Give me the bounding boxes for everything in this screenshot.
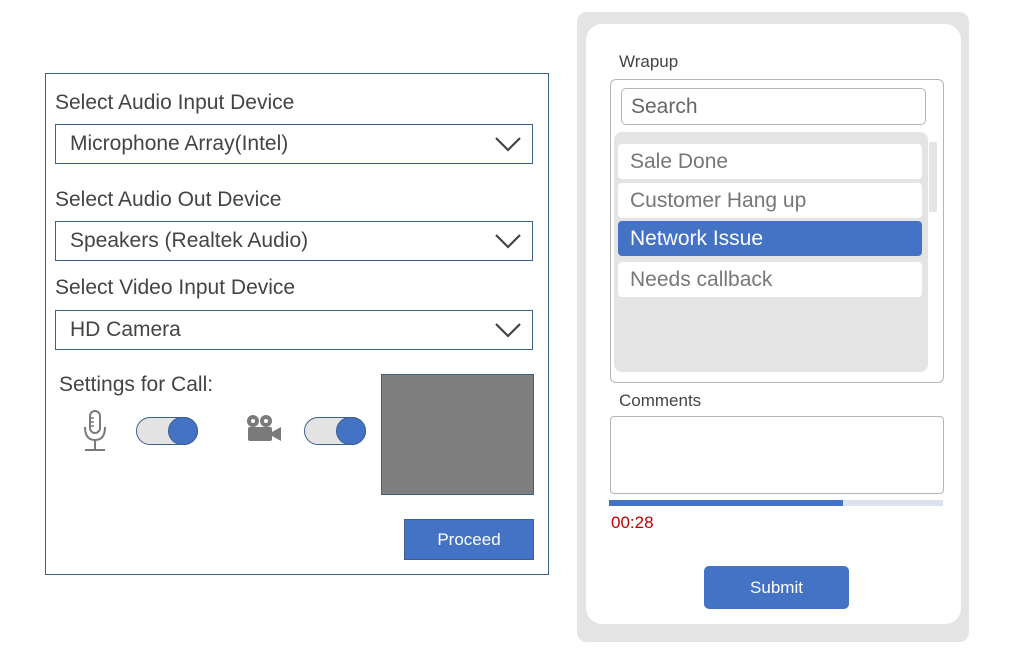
list-item-network-issue[interactable]: Network Issue	[618, 221, 922, 256]
wrapup-list: Sale Done Customer Hang up Network Issue…	[614, 132, 928, 372]
video-input-label: Select Video Input Device	[55, 276, 296, 299]
wrapup-list-frame: Sale Done Customer Hang up Network Issue…	[610, 79, 944, 383]
mic-toggle[interactable]	[136, 417, 198, 445]
audio-output-label: Select Audio Out Device	[55, 188, 282, 211]
timer-progress-bar	[609, 500, 943, 506]
search-input[interactable]	[621, 88, 926, 125]
chevron-down-icon	[495, 323, 521, 338]
comments-label: Comments	[619, 391, 702, 410]
submit-button[interactable]: Submit	[704, 566, 849, 609]
chevron-down-icon	[495, 234, 521, 249]
mic-toggle-knob	[168, 417, 198, 445]
camera-toggle-knob	[336, 417, 366, 445]
call-settings-label: Settings for Call:	[59, 373, 214, 396]
chevron-down-icon	[495, 137, 521, 152]
timer-text: 00:28	[611, 513, 654, 532]
audio-input-value: Microphone Array(Intel)	[70, 132, 289, 155]
proceed-button[interactable]: Proceed	[404, 519, 534, 560]
wrapup-panel: Wrapup Sale Done Customer Hang up Networ…	[577, 12, 969, 642]
list-item-needs-callback[interactable]: Needs callback	[618, 262, 922, 297]
list-item-sale-done[interactable]: Sale Done	[618, 144, 922, 179]
audio-output-select[interactable]: Speakers (Realtek Audio)	[55, 221, 533, 261]
list-scrollbar[interactable]	[929, 142, 937, 212]
timer-progress-fill	[609, 500, 843, 506]
wrapup-title: Wrapup	[619, 52, 679, 71]
comments-field[interactable]	[610, 416, 944, 494]
microphone-icon	[84, 410, 106, 451]
device-settings-panel: Select Audio Input Device Microphone Arr…	[45, 73, 549, 575]
video-camera-icon	[247, 415, 281, 441]
camera-toggle[interactable]	[304, 417, 366, 445]
video-input-select[interactable]: HD Camera	[55, 310, 533, 350]
audio-output-value: Speakers (Realtek Audio)	[70, 229, 309, 252]
audio-input-select[interactable]: Microphone Array(Intel)	[55, 124, 533, 164]
audio-input-label: Select Audio Input Device	[55, 91, 295, 114]
video-preview	[381, 374, 534, 495]
list-item-customer-hang-up[interactable]: Customer Hang up	[618, 183, 922, 218]
wrapup-card: Wrapup Sale Done Customer Hang up Networ…	[586, 24, 961, 624]
video-input-value: HD Camera	[70, 318, 181, 341]
